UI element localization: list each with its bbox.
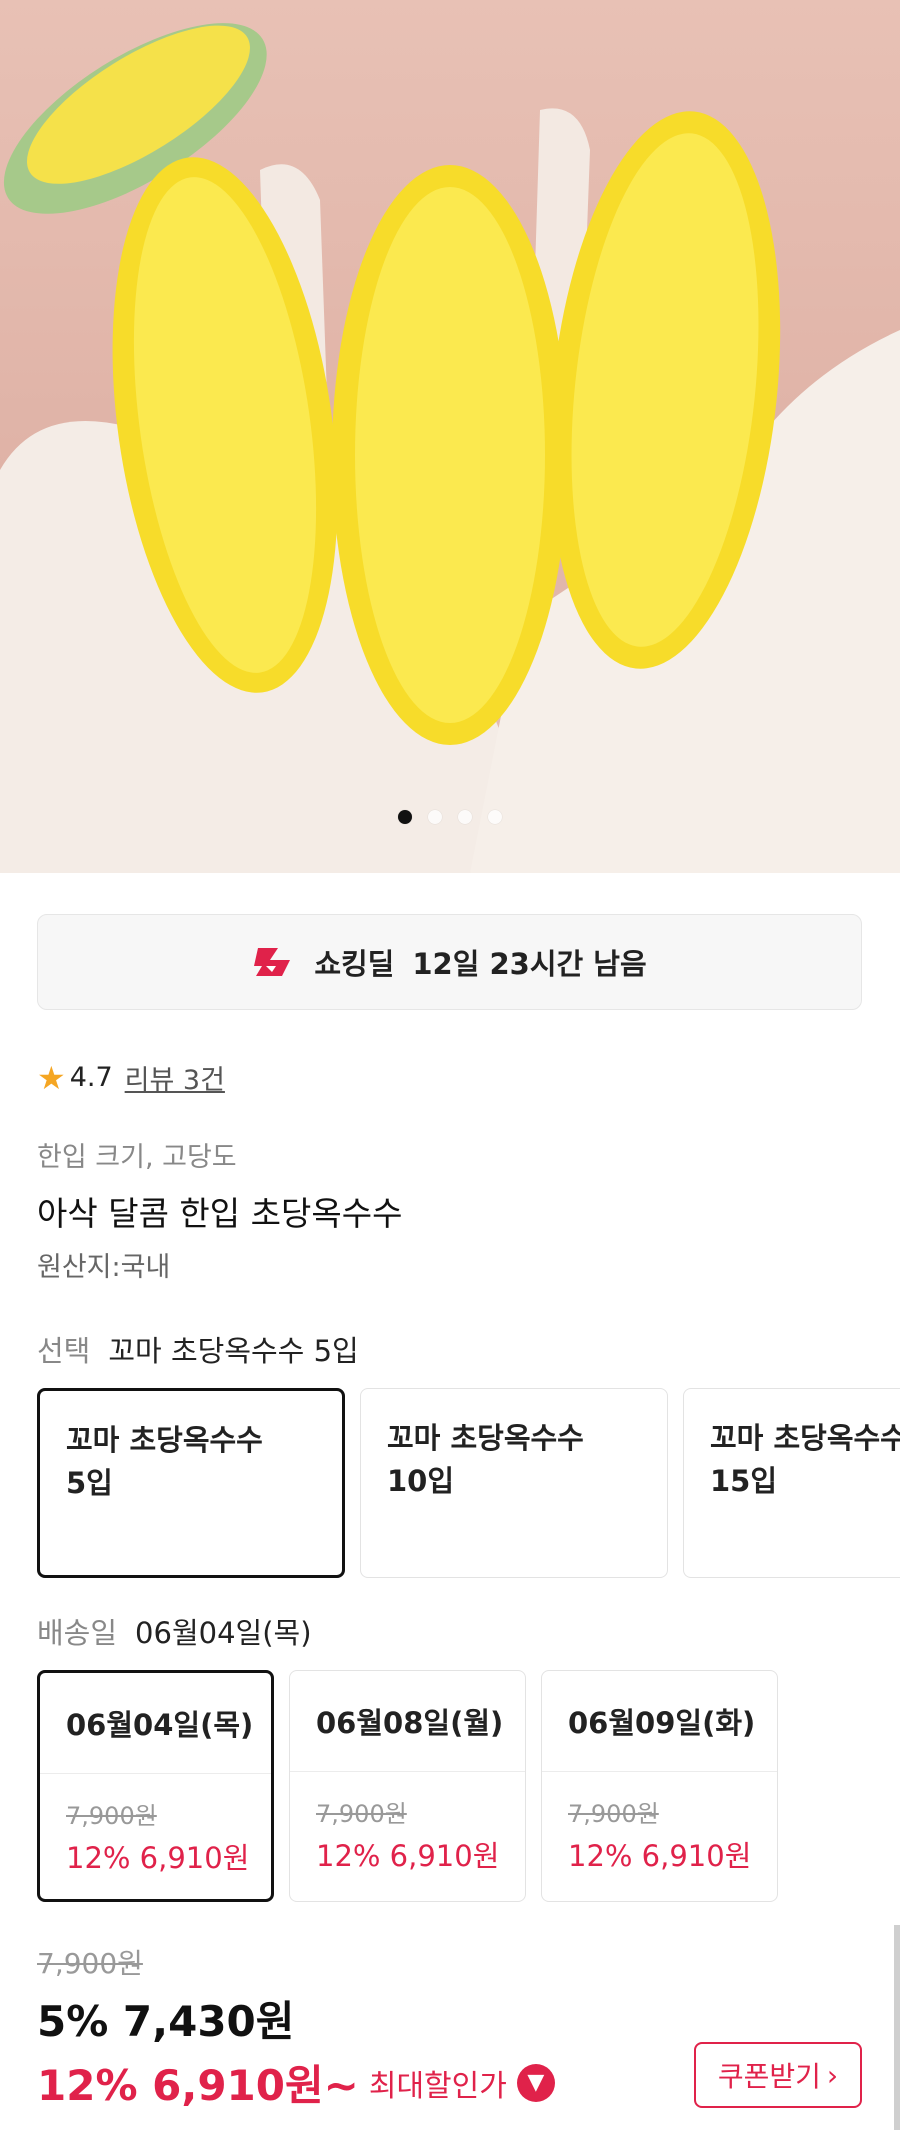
carousel-dot-4[interactable] bbox=[488, 810, 502, 824]
option-qty: 10입 bbox=[387, 1464, 455, 1498]
chevron-right-icon: › bbox=[826, 2058, 839, 2092]
option-selected-value: 꼬마 초당옥수수 5입 bbox=[108, 1334, 359, 1368]
option-name: 꼬마 초당옥수수 bbox=[710, 1421, 900, 1455]
delivery-sale-price: 12% 6,910원 bbox=[568, 1839, 752, 1873]
delivery-card-0609[interactable]: 06월09일(화) 7,900원 12% 6,910원 bbox=[541, 1670, 778, 1902]
option-label: 선택 bbox=[37, 1334, 91, 1368]
delivery-date: 06월08일(월) bbox=[290, 1671, 525, 1772]
original-price: 7,900원 bbox=[37, 1947, 143, 1980]
rating-row: ★ 4.7 리뷰 3건 bbox=[37, 1058, 225, 1097]
rating-score: 4.7 bbox=[69, 1062, 113, 1093]
current-price: 5% 7,430원 bbox=[37, 1997, 295, 2046]
carousel-dot-2[interactable] bbox=[428, 810, 442, 824]
chevron-down-icon[interactable]: ▼ bbox=[516, 2063, 555, 2102]
delivery-date: 06월04일(목) bbox=[40, 1673, 271, 1774]
delivery-original-price: 7,900원 bbox=[66, 1802, 157, 1830]
option-name: 꼬마 초당옥수수 bbox=[66, 1423, 263, 1457]
max-discount-label: 최대할인가 bbox=[368, 2068, 507, 2104]
delivery-sale-price: 12% 6,910원 bbox=[316, 1839, 500, 1873]
product-title: 아삭 달콤 한입 초당옥수수 bbox=[37, 1194, 403, 1233]
delivery-selected-value: 06월04일(목) bbox=[135, 1616, 312, 1650]
corn-photo bbox=[0, 23, 900, 873]
option-card-5[interactable]: 꼬마 초당옥수수 5입 bbox=[37, 1388, 345, 1578]
option-card-15[interactable]: 꼬마 초당옥수수 15입 bbox=[683, 1388, 900, 1578]
option-name: 꼬마 초당옥수수 bbox=[387, 1421, 584, 1455]
option-qty: 15입 bbox=[710, 1464, 778, 1498]
max-discount-row[interactable]: 12% 6,910원~ 최대할인가 ▼ bbox=[37, 2052, 555, 2113]
delivery-original-price: 7,900원 bbox=[316, 1800, 407, 1828]
star-icon: ★ bbox=[37, 1058, 66, 1097]
delivery-card-0604[interactable]: 06월04일(목) 7,900원 12% 6,910원 bbox=[37, 1670, 274, 1902]
delivery-label: 배송일 bbox=[37, 1616, 118, 1650]
carousel-dot-1[interactable] bbox=[398, 810, 412, 824]
review-link[interactable]: 리뷰 3건 bbox=[125, 1058, 225, 1097]
carousel-dots[interactable] bbox=[0, 810, 900, 824]
product-origin: 원산지:국내 bbox=[37, 1252, 171, 1283]
deal-label: 쇼킹딜 bbox=[314, 947, 395, 981]
product-tagline: 한입 크기, 고당도 bbox=[37, 1142, 237, 1173]
scrollbar[interactable] bbox=[894, 1925, 900, 2130]
coupon-label: 쿠폰받기 bbox=[717, 2060, 821, 2093]
carousel-dot-3[interactable] bbox=[458, 810, 472, 824]
delivery-card-0608[interactable]: 06월08일(월) 7,900원 12% 6,910원 bbox=[289, 1670, 526, 1902]
max-discount-price: 12% 6,910원~ bbox=[37, 2061, 359, 2110]
deal-time-left: 12일 23시간 남음 bbox=[412, 947, 647, 981]
product-image[interactable] bbox=[0, 0, 900, 873]
coupon-button[interactable]: 쿠폰받기 › bbox=[694, 2042, 862, 2108]
delivery-date: 06월09일(화) bbox=[542, 1671, 777, 1772]
shocking-deal-icon bbox=[254, 948, 291, 976]
option-section-label: 선택 꼬마 초당옥수수 5입 bbox=[37, 1328, 359, 1370]
delivery-original-price: 7,900원 bbox=[568, 1800, 659, 1828]
delivery-section-label: 배송일 06월04일(목) bbox=[37, 1610, 312, 1652]
delivery-sale-price: 12% 6,910원 bbox=[66, 1841, 250, 1875]
shocking-deal-banner[interactable]: 쇼킹딜 12일 23시간 남음 bbox=[37, 914, 862, 1010]
option-qty: 5입 bbox=[66, 1466, 113, 1500]
option-card-10[interactable]: 꼬마 초당옥수수 10입 bbox=[360, 1388, 668, 1578]
